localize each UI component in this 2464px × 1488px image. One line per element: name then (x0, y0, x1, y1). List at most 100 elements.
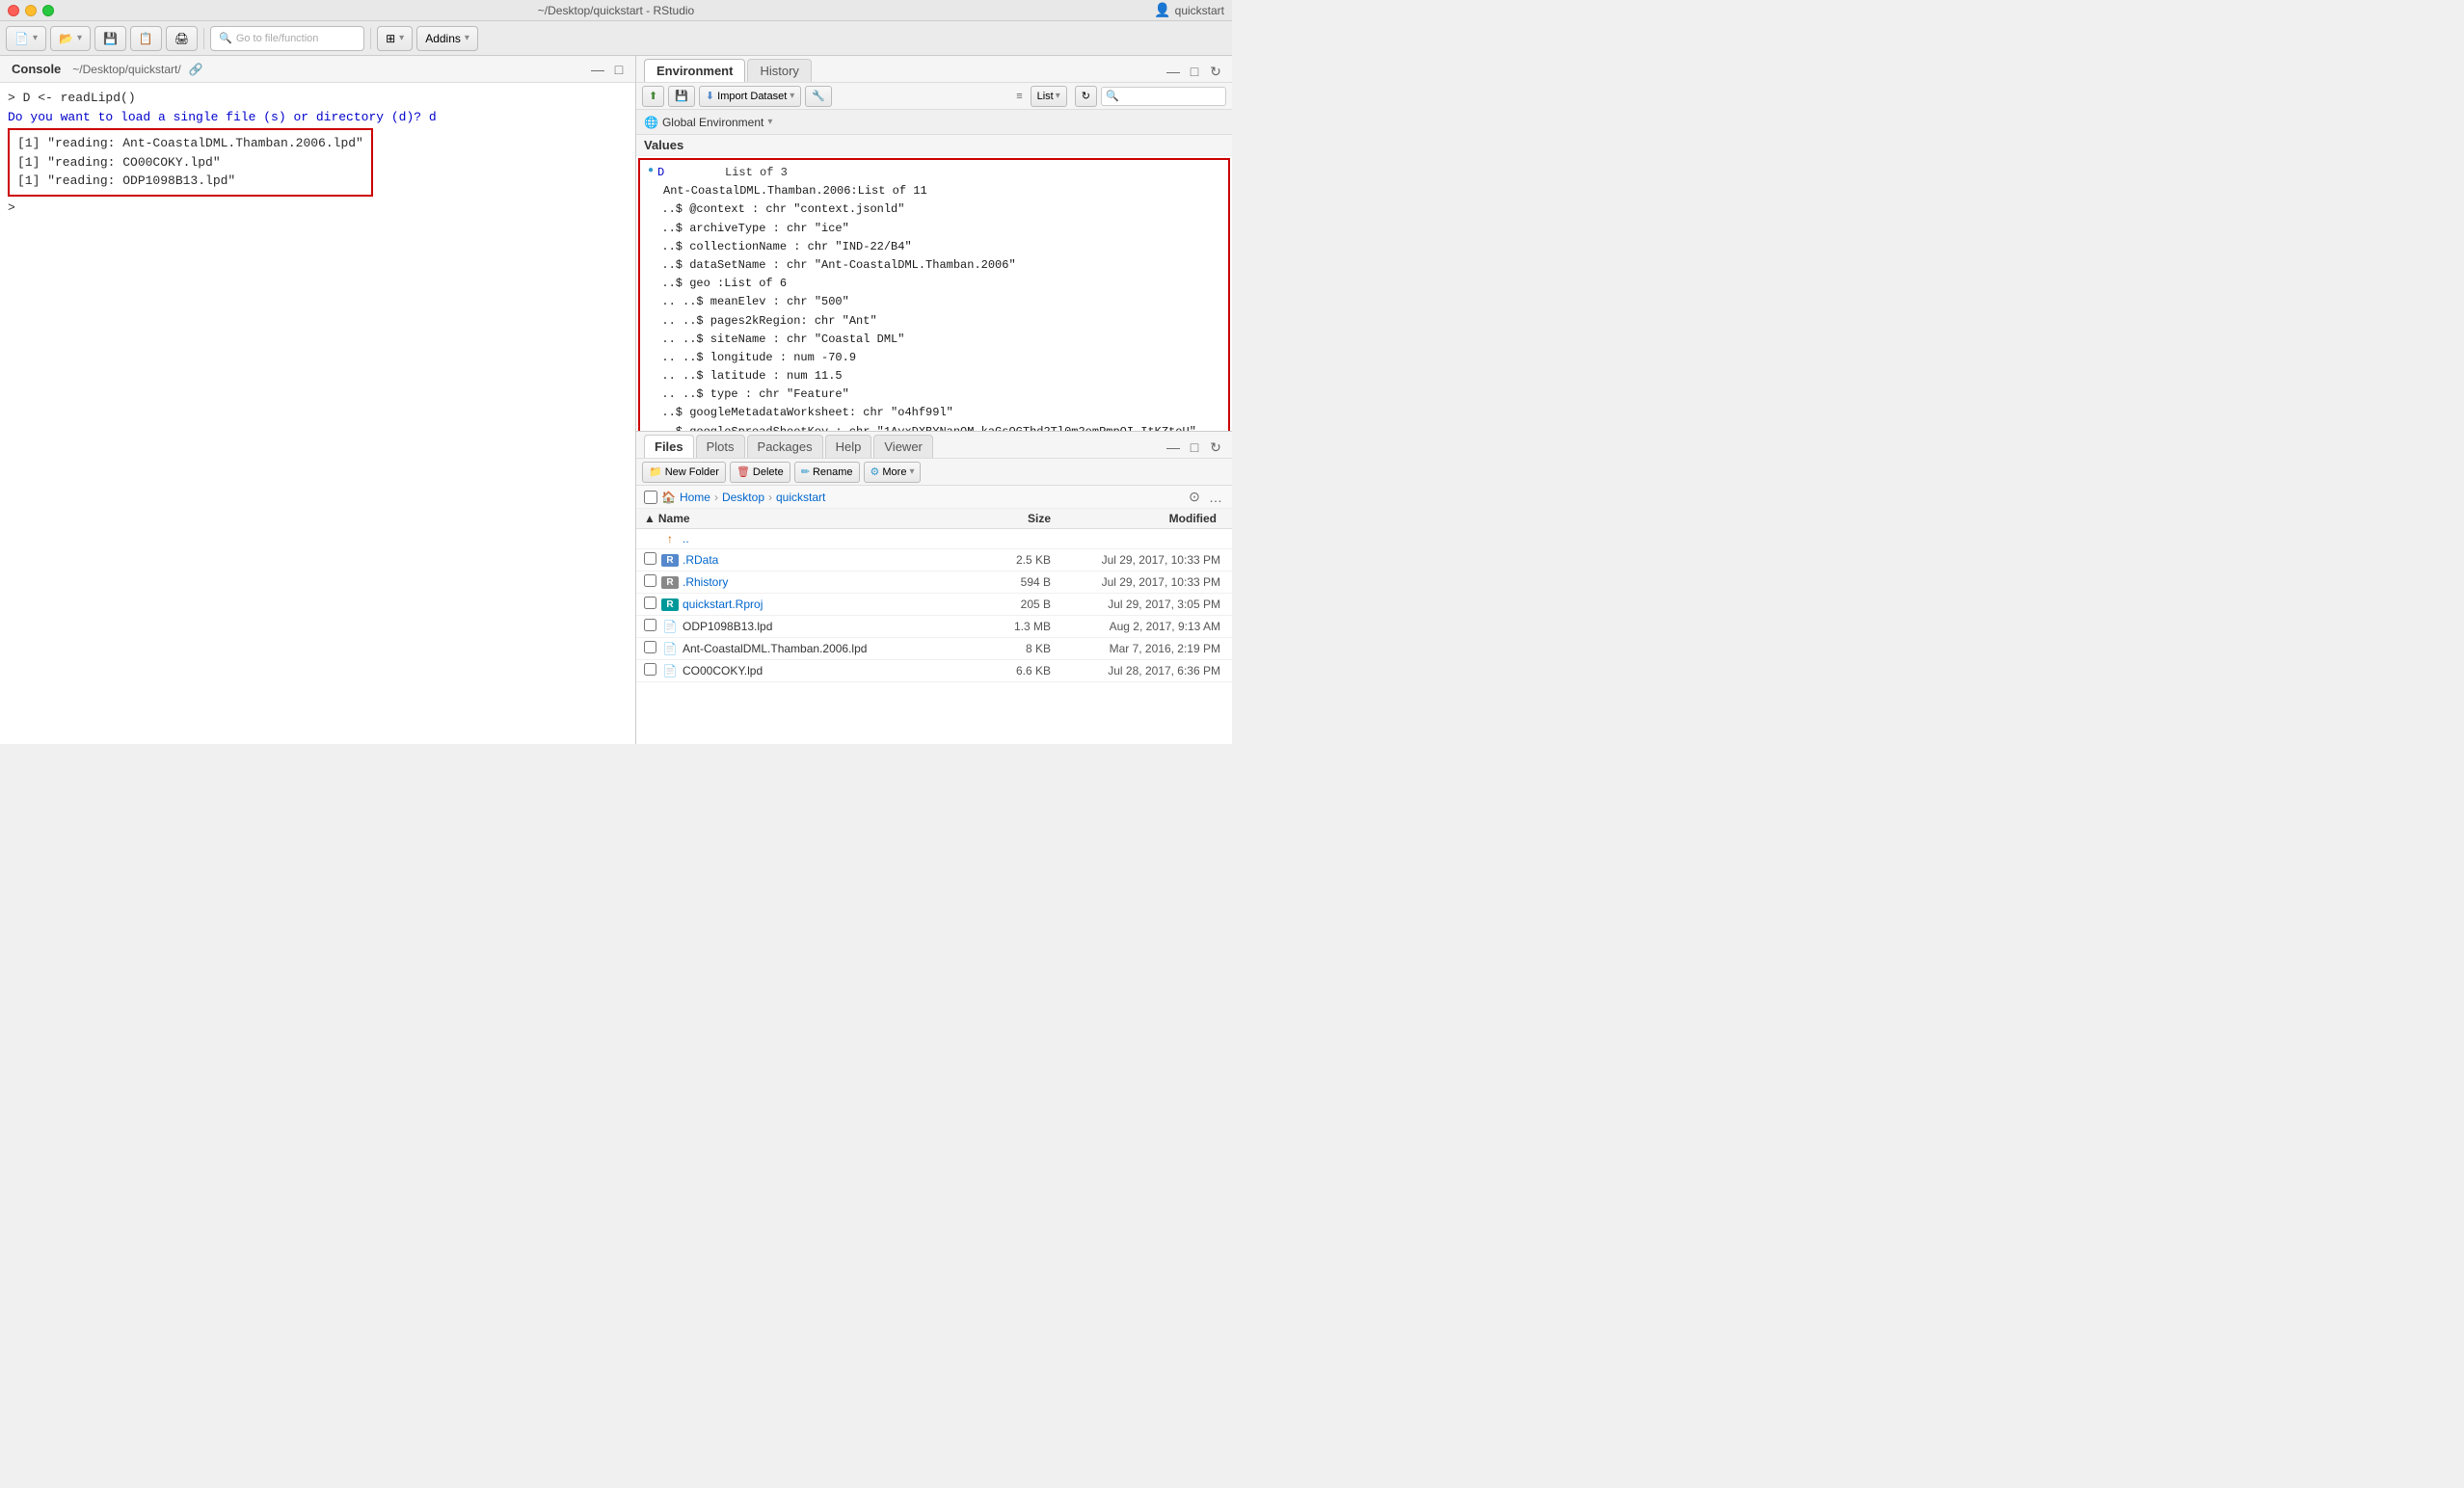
breadcrumb-quickstart[interactable]: quickstart (776, 491, 825, 504)
file-name-rdata[interactable]: .RData (683, 553, 974, 567)
import-label: Import Dataset (717, 91, 787, 102)
file-row-rhistory[interactable]: R .Rhistory 594 B Jul 29, 2017, 10:33 PM (636, 571, 1232, 594)
file-modified-rhistory: Jul 29, 2017, 10:33 PM (1051, 575, 1224, 589)
minimize-button[interactable] (25, 5, 37, 16)
env-maximize-icon[interactable]: □ (1186, 63, 1203, 80)
goto-placeholder: Go to file/function (236, 33, 319, 44)
global-env-label[interactable]: Global Environment (662, 116, 763, 129)
env-tree-line-3: ..$ collectionName : chr "IND-22/B4" (648, 238, 1220, 256)
files-sync-icon[interactable]: ⊙ (1186, 489, 1203, 506)
env-tree-content[interactable]: ● D List of 3 Ant-CoastalDML.Thamban.200… (638, 158, 1230, 431)
tab-packages[interactable]: Packages (747, 435, 823, 458)
file-checkbox-rhistory[interactable] (644, 574, 661, 590)
files-minimize-icon[interactable]: — (1165, 438, 1182, 456)
file-size-rhistory: 594 B (974, 575, 1051, 589)
env-minimize-icon[interactable]: — (1165, 63, 1182, 80)
clear-env-button[interactable]: 🔧 (805, 86, 832, 107)
save-workspace-button[interactable]: 💾 (668, 86, 695, 107)
close-button[interactable] (8, 5, 19, 16)
user-label: 👤 quickstart (1154, 2, 1224, 18)
console-path-icon[interactable]: 🔗 (189, 63, 203, 76)
main-layout: Console ~/Desktop/quickstart/ 🔗 — □ > D … (0, 56, 1232, 744)
console-output-box: [1] "reading: Ant-CoastalDML.Thamban.200… (8, 128, 373, 197)
maximize-button[interactable] (42, 5, 54, 16)
open-file-button[interactable]: 📂 ▾ (50, 26, 91, 51)
import-dataset-button[interactable]: ⬇ Import Dataset ▾ (699, 86, 801, 107)
list-button[interactable]: List ▾ (1031, 86, 1067, 107)
console-maximize-icon[interactable]: □ (610, 61, 628, 78)
more-chevron: ▾ (909, 466, 914, 477)
files-select-all[interactable] (644, 491, 657, 504)
tab-history[interactable]: History (747, 59, 811, 82)
import-chevron: ▾ (790, 91, 794, 101)
file-checkbox-odp[interactable] (644, 619, 661, 634)
env-tree-line-1: ..$ @context : chr "context.jsonld" (648, 200, 1220, 219)
tab-environment[interactable]: Environment (644, 59, 745, 82)
tab-viewer[interactable]: Viewer (873, 435, 933, 458)
env-search-input[interactable] (1101, 87, 1226, 106)
env-tree-line-4: ..$ dataSetName : chr "Ant-CoastalDML.Th… (648, 256, 1220, 275)
file-checkbox-rproj[interactable] (644, 597, 661, 612)
file-checkbox-rdata[interactable] (644, 552, 661, 568)
file-name-odp[interactable]: ODP1098B13.lpd (683, 620, 974, 633)
save-button[interactable]: 💾 (94, 26, 126, 51)
console-tab-label[interactable]: Console (8, 60, 65, 78)
file-modified-ant: Mar 7, 2016, 2:19 PM (1051, 642, 1224, 655)
more-button[interactable]: ⚙ More ▾ (864, 462, 922, 483)
list-label: List (1037, 91, 1054, 102)
save-icon: 💾 (103, 32, 118, 45)
file-size-odp: 1.3 MB (974, 620, 1051, 633)
env-toolbar: ⬆ 💾 ⬇ Import Dataset ▾ 🔧 ≡ List ▾ (636, 83, 1232, 110)
breadcrumb-desktop[interactable]: Desktop (722, 491, 764, 504)
file-row-co00[interactable]: 📄 CO00COKY.lpd 6.6 KB Jul 28, 2017, 6:36… (636, 660, 1232, 682)
files-maximize-icon[interactable]: □ (1186, 438, 1203, 456)
file-row-ant[interactable]: 📄 Ant-CoastalDML.Thamban.2006.lpd 8 KB M… (636, 638, 1232, 660)
file-name-co00[interactable]: CO00COKY.lpd (683, 664, 974, 678)
load-workspace-button[interactable]: ⬆ (642, 86, 664, 107)
env-tree-line-8: .. ..$ siteName : chr "Coastal DML" (648, 331, 1220, 349)
file-row-rdata[interactable]: R .RData 2.5 KB Jul 29, 2017, 10:33 PM (636, 549, 1232, 571)
new-folder-button[interactable]: 📁 New Folder (642, 462, 726, 483)
files-breadcrumb: 🏠 Home › Desktop › quickstart ⊙ … (636, 486, 1232, 509)
env-refresh-btn-icon: ↻ (1082, 90, 1090, 102)
console-minimize-icon[interactable]: — (589, 61, 606, 78)
load-workspace-icon: ⬆ (649, 90, 657, 102)
tab-help[interactable]: Help (825, 435, 872, 458)
files-more-icon[interactable]: … (1207, 489, 1224, 506)
print-icon: 🖨 (174, 32, 189, 45)
tab-files[interactable]: Files (644, 435, 694, 458)
save-all-button[interactable]: 📋 (130, 26, 162, 51)
env-tree-line-10: .. ..$ latitude : num 11.5 (648, 367, 1220, 385)
file-name-rhistory[interactable]: .Rhistory (683, 575, 974, 589)
file-checkbox-co00[interactable] (644, 663, 661, 678)
console-content[interactable]: > D <- readLipd() Do you want to load a … (0, 83, 635, 744)
file-name-up[interactable]: .. (683, 532, 974, 545)
console-panel-icons: — □ (589, 61, 628, 78)
env-refresh-button[interactable]: ↻ (1075, 86, 1097, 107)
rename-button[interactable]: ✏ Rename (794, 462, 860, 483)
global-env-bar: 🌐 Global Environment ▾ (636, 110, 1232, 135)
file-row-up[interactable]: ↑ .. (636, 529, 1232, 549)
file-name-ant[interactable]: Ant-CoastalDML.Thamban.2006.lpd (683, 642, 974, 655)
env-var-d-row: ● D List of 3 (648, 164, 1220, 182)
breadcrumb-home[interactable]: Home (680, 491, 710, 504)
env-tree-line-5: ..$ geo :List of 6 (648, 275, 1220, 293)
file-checkbox-ant[interactable] (644, 641, 661, 656)
addins-button[interactable]: Addins ▾ (416, 26, 478, 51)
file-row-odp[interactable]: 📄 ODP1098B13.lpd 1.3 MB Aug 2, 2017, 9:1… (636, 616, 1232, 638)
console-path: ~/Desktop/quickstart/ (72, 63, 180, 76)
tab-plots[interactable]: Plots (696, 435, 745, 458)
delete-button[interactable]: 🗑 Delete (730, 462, 790, 483)
file-row-rproj[interactable]: R quickstart.Rproj 205 B Jul 29, 2017, 3… (636, 594, 1232, 616)
env-refresh-icon[interactable]: ↻ (1207, 63, 1224, 80)
list-icon: ≡ (1016, 91, 1022, 102)
file-icon-odp: 📄 (661, 620, 679, 633)
env-var-type: List of 3 (686, 164, 788, 182)
print-button[interactable]: 🖨 (166, 26, 198, 51)
files-refresh-icon[interactable]: ↻ (1207, 438, 1224, 456)
new-file-button[interactable]: 📄 ▾ (6, 26, 46, 51)
file-modified-rdata: Jul 29, 2017, 10:33 PM (1051, 553, 1224, 567)
goto-field[interactable]: 🔍 Go to file/function (210, 26, 364, 51)
grid-button[interactable]: ⊞ ▾ (377, 26, 413, 51)
file-name-rproj[interactable]: quickstart.Rproj (683, 598, 974, 611)
